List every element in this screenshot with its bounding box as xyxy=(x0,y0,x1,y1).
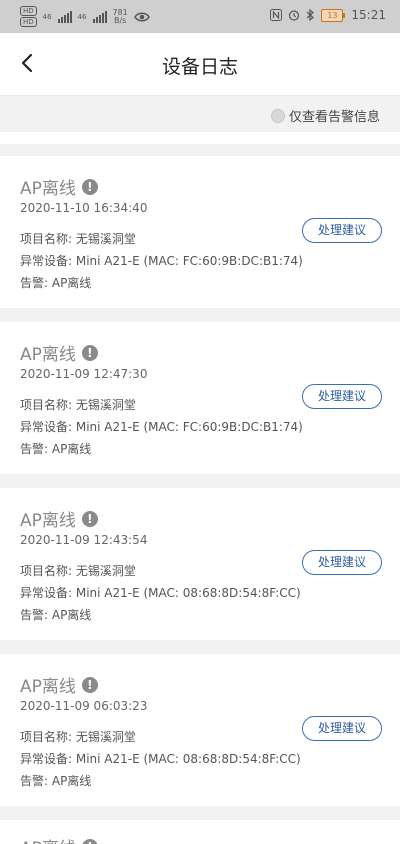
network-speed: 781 B/s xyxy=(113,8,128,25)
signal-icon xyxy=(57,10,72,23)
log-time: 2020-11-09 06:03:23 xyxy=(20,699,148,713)
log-card: AP离线 ! 2020-11-09 12:43:54 项目名称: 无锡溪洞堂 异… xyxy=(0,488,400,640)
log-device: 异常设备: Mini A21-E (MAC: 08:68:8D:54:8F:CC… xyxy=(20,752,301,766)
log-device: 异常设备: Mini A21-E (MAC: FC:60:9B:DC:B1:74… xyxy=(20,254,303,268)
battery-level: 13 xyxy=(321,8,344,22)
clock: 15:21 xyxy=(351,8,386,22)
exclamation-icon: ! xyxy=(81,178,98,195)
status-right: 13 15:21 xyxy=(270,8,386,22)
list-top-spacer xyxy=(0,132,400,144)
exclamation-icon: ! xyxy=(81,510,98,527)
log-alarm: 告警: AP离线 xyxy=(20,774,92,788)
log-title: AP离线 ! xyxy=(20,672,98,697)
log-project: 项目名称: 无锡溪洞堂 xyxy=(20,564,136,578)
network-type-1: 46 xyxy=(42,12,52,21)
only-alarm-label: 仅查看告警信息 xyxy=(288,110,380,125)
log-device: 异常设备: Mini A21-E (MAC: FC:60:9B:DC:B1:74… xyxy=(20,420,303,434)
exclamation-icon: ! xyxy=(81,344,98,361)
log-title: AP离线 ! xyxy=(20,834,98,844)
hd-badges: HD HD xyxy=(20,6,37,27)
log-device: 异常设备: Mini A21-E (MAC: 08:68:8D:54:8F:CC… xyxy=(20,586,301,600)
log-title: AP离线 ! xyxy=(20,174,98,199)
advice-button[interactable]: 处理建议 xyxy=(302,550,382,575)
signal-icon xyxy=(92,10,107,23)
log-title-text: AP离线 xyxy=(20,677,76,697)
log-time: 2020-11-09 12:47:30 xyxy=(20,367,148,381)
status-left: HD HD 46 46 781 B/s xyxy=(20,6,150,27)
hd-icon: HD xyxy=(20,17,37,27)
log-time: 2020-11-09 12:43:54 xyxy=(20,533,148,547)
eye-icon xyxy=(133,12,150,21)
log-alarm: 告警: AP离线 xyxy=(20,442,92,456)
advice-button[interactable]: 处理建议 xyxy=(302,716,382,741)
battery-icon: 13 xyxy=(321,8,346,22)
exclamation-icon: ! xyxy=(81,676,98,693)
log-title-text: AP离线 xyxy=(20,834,76,844)
log-title-text: AP离线 xyxy=(20,179,76,199)
log-card: AP离线 ! 2020-11-09 12:47:30 项目名称: 无锡溪洞堂 异… xyxy=(0,322,400,474)
log-title: AP离线 ! xyxy=(20,506,98,531)
log-project: 项目名称: 无锡溪洞堂 xyxy=(20,232,136,246)
hd-icon: HD xyxy=(20,6,37,16)
bluetooth-icon xyxy=(307,9,315,21)
status-bar: HD HD 46 46 781 B/s 13 15:21 xyxy=(0,0,400,33)
exclamation-icon: ! xyxy=(81,838,98,844)
log-project: 项目名称: 无锡溪洞堂 xyxy=(20,398,136,412)
radio-button[interactable] xyxy=(270,108,285,123)
title-bar: 设备日志 xyxy=(0,33,400,96)
log-title-text: AP离线 xyxy=(20,511,76,531)
nfc-icon xyxy=(270,9,283,21)
log-card: AP离线 ! xyxy=(0,820,400,844)
log-card: AP离线 ! 2020-11-09 06:03:23 项目名称: 无锡溪洞堂 异… xyxy=(0,654,400,806)
advice-button[interactable]: 处理建议 xyxy=(302,384,382,409)
network-speed-unit: B/s xyxy=(113,15,127,25)
only-alarm-toggle[interactable]: 仅查看告警信息 xyxy=(270,106,380,125)
log-alarm: 告警: AP离线 xyxy=(20,608,92,622)
log-project: 项目名称: 无锡溪洞堂 xyxy=(20,730,136,744)
filter-bar: 仅查看告警信息 xyxy=(0,96,400,132)
advice-button[interactable]: 处理建议 xyxy=(302,218,382,243)
network-type-2: 46 xyxy=(77,12,87,21)
log-card: AP离线 ! 2020-11-10 16:34:40 项目名称: 无锡溪洞堂 异… xyxy=(0,156,400,308)
log-title-text: AP离线 xyxy=(20,345,76,365)
log-alarm: 告警: AP离线 xyxy=(20,276,92,290)
page-title: 设备日志 xyxy=(161,56,238,78)
alarm-clock-icon xyxy=(289,10,300,21)
log-title: AP离线 ! xyxy=(20,340,98,365)
log-time: 2020-11-10 16:34:40 xyxy=(20,201,148,215)
